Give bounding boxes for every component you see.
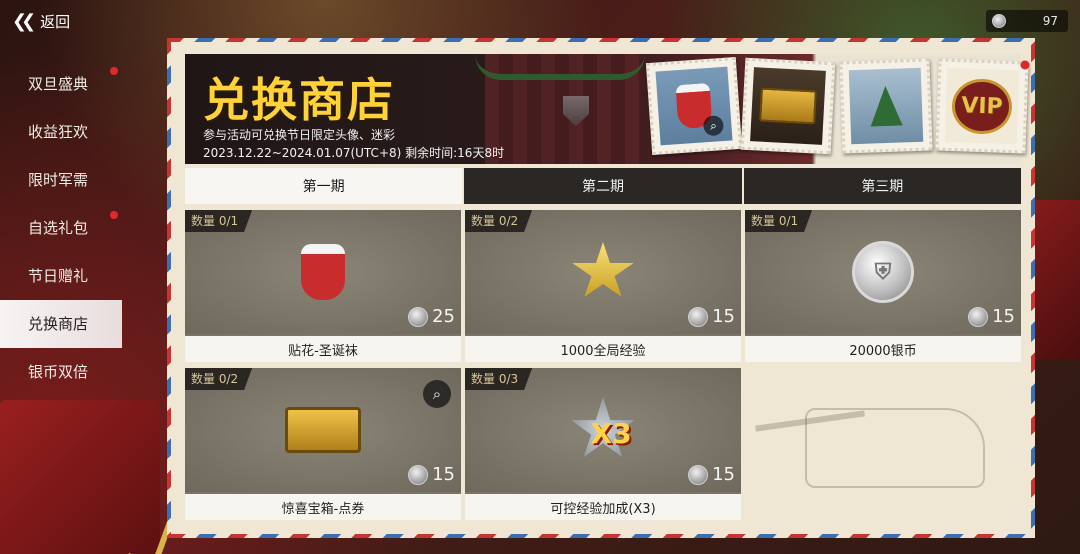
currency-amount: 97	[1042, 14, 1058, 28]
back-button[interactable]: ❮❮ 返回	[12, 9, 70, 33]
item-name: 1000全局经验	[465, 336, 741, 362]
price-value: 15	[712, 464, 735, 485]
silver-coin-icon: ⛨	[852, 241, 914, 303]
back-label: 返回	[40, 12, 71, 31]
notification-dot	[110, 67, 118, 75]
stamp-tree-sock[interactable]	[839, 58, 933, 154]
sidebar-item-exchange-shop[interactable]: 兑换商店	[0, 300, 122, 348]
quantity-label: 数量 0/1	[185, 210, 253, 232]
gold-star-icon	[572, 242, 634, 297]
shop-item-christmas-sock-decal[interactable]: 数量 0/1 25 贴花-圣诞袜	[185, 210, 461, 362]
tank-sketch-decoration	[745, 368, 1021, 520]
shop-item-silver-coins[interactable]: ⛨ 数量 0/1 15 20000银币	[745, 210, 1021, 362]
top-bar: ❮❮ 返回 97	[0, 0, 1080, 42]
shop-item-global-xp[interactable]: 数量 0/2 15 1000全局经验	[465, 210, 741, 362]
item-name: 贴花-圣诞袜	[185, 336, 461, 362]
sidebar-item-label: 收益狂欢	[28, 123, 89, 141]
stamp-sock[interactable]: ⌕	[645, 56, 743, 156]
coin-icon	[688, 464, 709, 485]
sidebar: 双旦盛典 收益狂欢 限时军需 自选礼包 节日赠礼 兑换商店 银币双倍	[0, 60, 122, 396]
price-value: 15	[712, 306, 735, 327]
stamp-collection: ⌕ VIP	[643, 56, 1030, 160]
sidebar-item-limited-supplies[interactable]: 限时军需	[0, 156, 122, 204]
tab-period-3[interactable]: 第三期	[743, 168, 1021, 204]
shop-item-xp-boost[interactable]: X3 数量 0/3 15 可控经验加成(X3)	[465, 368, 741, 520]
period-tabs: 第一期 第二期 第三期	[185, 168, 1021, 204]
coin-icon	[992, 14, 1006, 28]
coin-icon	[408, 464, 429, 485]
price: 15	[688, 306, 735, 327]
sidebar-item-holiday-gift[interactable]: 节日赠礼	[0, 252, 122, 300]
item-name: 可控经验加成(X3)	[465, 494, 741, 520]
sidebar-item-label: 节日赠礼	[28, 267, 89, 285]
sidebar-item-double-silver[interactable]: 银币双倍	[0, 348, 122, 396]
treasure-chest-icon	[285, 407, 361, 453]
tab-period-1[interactable]: 第一期	[185, 168, 463, 204]
coin-icon	[688, 306, 709, 327]
quantity-label: 数量 0/1	[745, 210, 813, 232]
pin-icon	[1020, 60, 1030, 70]
sidebar-item-new-year-festival[interactable]: 双旦盛典	[0, 60, 122, 108]
coin-icon	[968, 306, 989, 327]
price-value: 15	[992, 306, 1015, 327]
currency-display: 97	[986, 10, 1068, 32]
page-title: 兑换商店	[203, 73, 395, 127]
shop-banner: 兑换商店 参与活动可兑换节日限定头像、迷彩 2023.12.22~2024.01…	[185, 54, 1030, 164]
item-name: 20000银币	[745, 336, 1021, 362]
sidebar-item-optional-pack[interactable]: 自选礼包	[0, 204, 122, 252]
sidebar-item-earnings-carnival[interactable]: 收益狂欢	[0, 108, 122, 156]
quantity-label: 数量 0/2	[465, 210, 533, 232]
vip-badge: VIP	[951, 77, 1013, 135]
stamp-vip[interactable]: VIP	[935, 58, 1030, 154]
xp-multiplier: X3	[590, 416, 632, 450]
price-value: 15	[432, 464, 455, 485]
price: 15	[408, 464, 455, 485]
price-value: 25	[432, 306, 455, 327]
stamp-chest[interactable]	[740, 57, 836, 155]
exchange-shop-panel: 兑换商店 参与活动可兑换节日限定头像、迷彩 2023.12.22~2024.01…	[167, 38, 1035, 538]
christmas-sock-icon	[301, 244, 345, 300]
sidebar-item-label: 银币双倍	[28, 363, 89, 381]
price: 15	[688, 464, 735, 485]
shop-item-surprise-chest[interactable]: 数量 0/2 ⌕ 15 惊喜宝箱-点券	[185, 368, 461, 520]
item-name: 惊喜宝箱-点券	[185, 494, 461, 520]
double-chevron-left-icon: ❮❮	[12, 10, 36, 32]
treasure-chest-icon	[759, 87, 817, 125]
sidebar-item-label: 兑换商店	[28, 315, 89, 333]
sidebar-item-label: 双旦盛典	[28, 75, 89, 93]
christmas-tree-icon	[869, 85, 903, 127]
banner-subtitle: 参与活动可兑换节日限定头像、迷彩	[203, 128, 396, 142]
magnifier-icon[interactable]: ⌕	[423, 380, 451, 408]
garland-decoration	[475, 54, 645, 80]
sidebar-item-label: 限时军需	[28, 171, 89, 189]
tab-period-2[interactable]: 第二期	[464, 168, 742, 204]
price: 15	[968, 306, 1015, 327]
quantity-label: 数量 0/2	[185, 368, 253, 390]
event-dates: 2023.12.22~2024.01.07(UTC+8) 剩余时间:16天8时	[203, 146, 505, 160]
item-grid: 数量 0/1 25 贴花-圣诞袜 数量 0/2 15 1000全局经验 ⛨ 数量…	[185, 210, 1021, 526]
quantity-label: 数量 0/3	[465, 368, 533, 390]
sidebar-item-label: 自选礼包	[28, 219, 89, 237]
price: 25	[408, 306, 455, 327]
coin-icon	[408, 306, 429, 327]
notification-dot	[110, 211, 118, 219]
